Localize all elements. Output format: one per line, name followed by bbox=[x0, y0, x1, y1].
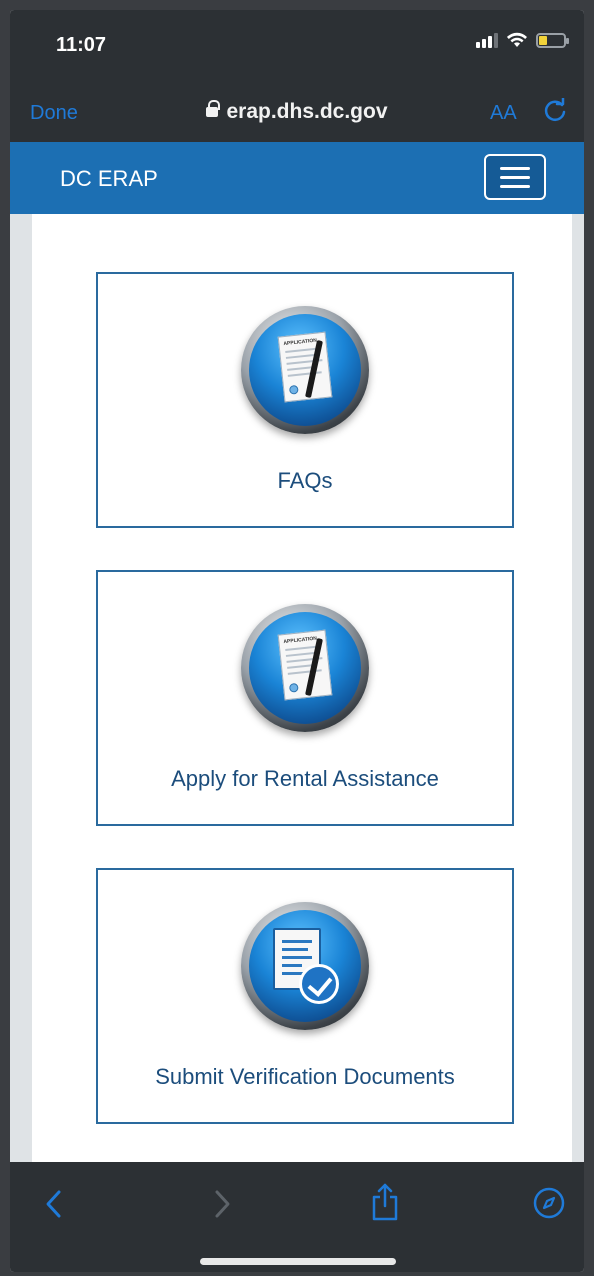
battery-icon bbox=[536, 32, 569, 48]
lock-icon bbox=[206, 100, 221, 119]
menu-bar bbox=[500, 175, 530, 179]
compass-icon[interactable] bbox=[532, 1186, 566, 1220]
content-panel: APPLICATION FAQs APPLICATION Apply for R… bbox=[32, 214, 572, 1162]
text-size-button[interactable]: AA bbox=[490, 102, 517, 125]
seal-icon bbox=[288, 384, 299, 395]
status-bar: 11:07 bbox=[10, 10, 584, 80]
card-label: Submit Verification Documents bbox=[155, 1064, 455, 1089]
site-title[interactable]: DC ERAP bbox=[60, 166, 158, 192]
signal-icon bbox=[476, 32, 498, 48]
home-indicator[interactable] bbox=[200, 1258, 396, 1265]
application-document-icon: APPLICATION bbox=[241, 306, 369, 434]
hamburger-menu-button[interactable] bbox=[484, 154, 546, 200]
status-time: 11:07 bbox=[56, 34, 107, 56]
wifi-icon bbox=[507, 32, 527, 47]
menu-bar bbox=[500, 184, 530, 188]
menu-bar bbox=[500, 166, 530, 170]
phone-screen: 11:07 Done erap.dhs.dc.gov AA DC ERAP AP… bbox=[10, 10, 584, 1272]
share-icon[interactable] bbox=[370, 1182, 400, 1222]
doc-title: APPLICATION bbox=[283, 337, 318, 348]
checkmark-icon bbox=[299, 964, 339, 1004]
card-label: FAQs bbox=[277, 468, 333, 493]
browser-toolbar: Done erap.dhs.dc.gov AA bbox=[10, 80, 584, 142]
doc-title: APPLICATION bbox=[283, 635, 318, 646]
application-document-icon: APPLICATION bbox=[241, 604, 369, 732]
apply-rental-assistance-card[interactable]: APPLICATION Apply for Rental Assistance bbox=[96, 570, 514, 826]
submit-verification-documents-card[interactable]: Submit Verification Documents bbox=[96, 868, 514, 1124]
url-text: erap.dhs.dc.gov bbox=[226, 100, 388, 123]
browser-bottom-toolbar bbox=[10, 1162, 584, 1272]
back-icon[interactable] bbox=[42, 1188, 66, 1220]
card-label: Apply for Rental Assistance bbox=[171, 766, 439, 791]
faqs-card[interactable]: APPLICATION FAQs bbox=[96, 272, 514, 528]
reload-icon[interactable] bbox=[542, 98, 568, 124]
document-check-icon bbox=[241, 902, 369, 1030]
site-header: DC ERAP bbox=[10, 142, 584, 214]
seal-icon bbox=[288, 682, 299, 693]
status-icons bbox=[476, 32, 569, 48]
forward-icon[interactable] bbox=[210, 1188, 234, 1220]
page-content: APPLICATION FAQs APPLICATION Apply for R… bbox=[10, 214, 584, 1162]
